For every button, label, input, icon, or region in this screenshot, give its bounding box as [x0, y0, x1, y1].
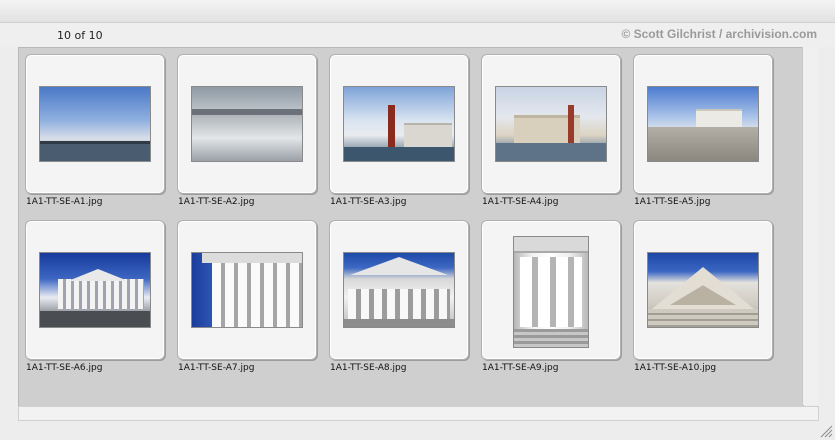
slide-filename: 1A1-TT-SE-A5.jpg — [634, 197, 711, 207]
slide-item[interactable] — [329, 220, 469, 360]
thumbnail-image[interactable] — [513, 236, 589, 348]
thumbnail-image[interactable] — [39, 86, 151, 162]
copyright-notice: © Scott Gilchrist / archivision.com — [621, 27, 817, 41]
horizontal-scrollbar[interactable] — [18, 406, 819, 421]
thumbnail-image[interactable] — [343, 252, 455, 328]
slide-item[interactable] — [25, 220, 165, 360]
slide-item[interactable] — [177, 54, 317, 194]
thumbnail-image[interactable] — [647, 86, 759, 162]
slide-filename: 1A1-TT-SE-A6.jpg — [26, 363, 103, 373]
slide-item[interactable] — [177, 220, 317, 360]
thumbnail-image[interactable] — [191, 86, 303, 162]
slide-filename: 1A1-TT-SE-A3.jpg — [330, 197, 407, 207]
thumbnail-image[interactable] — [191, 252, 303, 328]
slide-filename: 1A1-TT-SE-A7.jpg — [178, 363, 255, 373]
window-top-bar — [0, 0, 835, 23]
slide-filename: 1A1-TT-SE-A10.jpg — [634, 363, 717, 373]
slide-item[interactable] — [481, 54, 621, 194]
slide-item[interactable] — [25, 54, 165, 194]
image-counter: 10 of 10 — [57, 29, 103, 42]
slide-filename: 1A1-TT-SE-A2.jpg — [178, 197, 255, 207]
thumbnail-image[interactable] — [647, 252, 759, 328]
thumbnail-image[interactable] — [39, 252, 151, 328]
vertical-scrollbar[interactable] — [802, 47, 818, 405]
slide-item[interactable] — [481, 220, 621, 360]
slide-filename: 1A1-TT-SE-A1.jpg — [26, 197, 103, 207]
slide-item[interactable] — [329, 54, 469, 194]
slide-filename: 1A1-TT-SE-A4.jpg — [482, 197, 559, 207]
slide-item[interactable] — [633, 54, 773, 194]
slide-item[interactable] — [633, 220, 773, 360]
slide-filename: 1A1-TT-SE-A9.jpg — [482, 363, 559, 373]
thumbnail-image[interactable] — [343, 86, 455, 162]
thumbnail-image[interactable] — [495, 86, 607, 162]
resize-grip-icon[interactable] — [819, 424, 833, 438]
slide-filename: 1A1-TT-SE-A8.jpg — [330, 363, 407, 373]
